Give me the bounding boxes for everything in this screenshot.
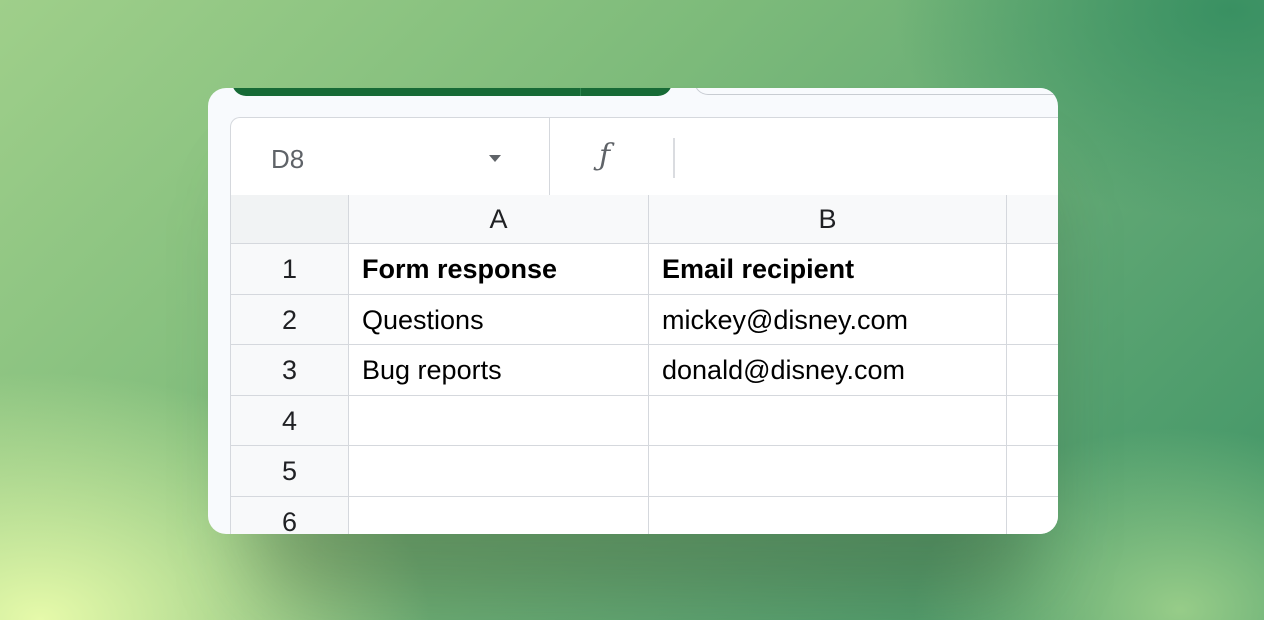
cell-b4[interactable] — [649, 395, 1007, 446]
cell-c2[interactable] — [1007, 295, 1058, 345]
row-header-5[interactable]: 5 — [230, 446, 349, 497]
cell-a2[interactable]: Questions — [349, 294, 649, 345]
column-header-a[interactable]: A — [349, 195, 649, 244]
cell-b2[interactable]: mickey@disney.com — [649, 294, 1007, 345]
formula-divider — [673, 138, 675, 178]
row-header-2[interactable]: 2 — [230, 294, 349, 345]
sheet-grid: A B 1 Form response Email recipient 2 Qu… — [230, 195, 1058, 534]
cell-a3[interactable]: Bug reports — [349, 345, 649, 396]
toolbar-tab[interactable] — [694, 88, 1058, 95]
row-header-6[interactable]: 6 — [230, 496, 349, 534]
cell-b5[interactable] — [649, 446, 1007, 497]
cell-a4[interactable] — [349, 395, 649, 446]
cell-c3[interactable] — [1007, 345, 1058, 396]
cell-c1[interactable] — [1007, 244, 1058, 295]
function-icon: ƒ — [599, 138, 611, 173]
cell-b6[interactable] — [649, 496, 1007, 534]
formula-bar: D8 ƒ — [230, 117, 1058, 196]
cell-c5[interactable] — [1007, 446, 1058, 497]
cell-c4[interactable] — [1007, 396, 1058, 446]
cell-b1[interactable]: Email recipient — [649, 244, 1007, 295]
toolbar-tab-active[interactable] — [232, 88, 672, 96]
column-header-b[interactable]: B — [649, 195, 1007, 244]
cell-b3[interactable]: donald@disney.com — [649, 345, 1007, 396]
name-box-value: D8 — [271, 144, 305, 174]
row-header-4[interactable]: 4 — [230, 395, 349, 446]
cell-c6[interactable] — [1007, 497, 1058, 535]
cell-a6[interactable] — [349, 496, 649, 534]
spreadsheet-window: D8 ƒ A B 1 Form response Email recipient… — [208, 88, 1058, 534]
select-all-corner[interactable] — [230, 195, 349, 244]
tab-divider — [580, 88, 581, 96]
row-header-3[interactable]: 3 — [230, 345, 349, 396]
cell-a1[interactable]: Form response — [349, 244, 649, 295]
cell-a5[interactable] — [349, 446, 649, 497]
column-header-c[interactable] — [1007, 195, 1058, 244]
name-box[interactable]: D8 — [231, 118, 550, 196]
caret-down-icon[interactable] — [489, 155, 501, 162]
row-header-1[interactable]: 1 — [230, 244, 349, 295]
formula-input[interactable] — [683, 136, 1058, 180]
